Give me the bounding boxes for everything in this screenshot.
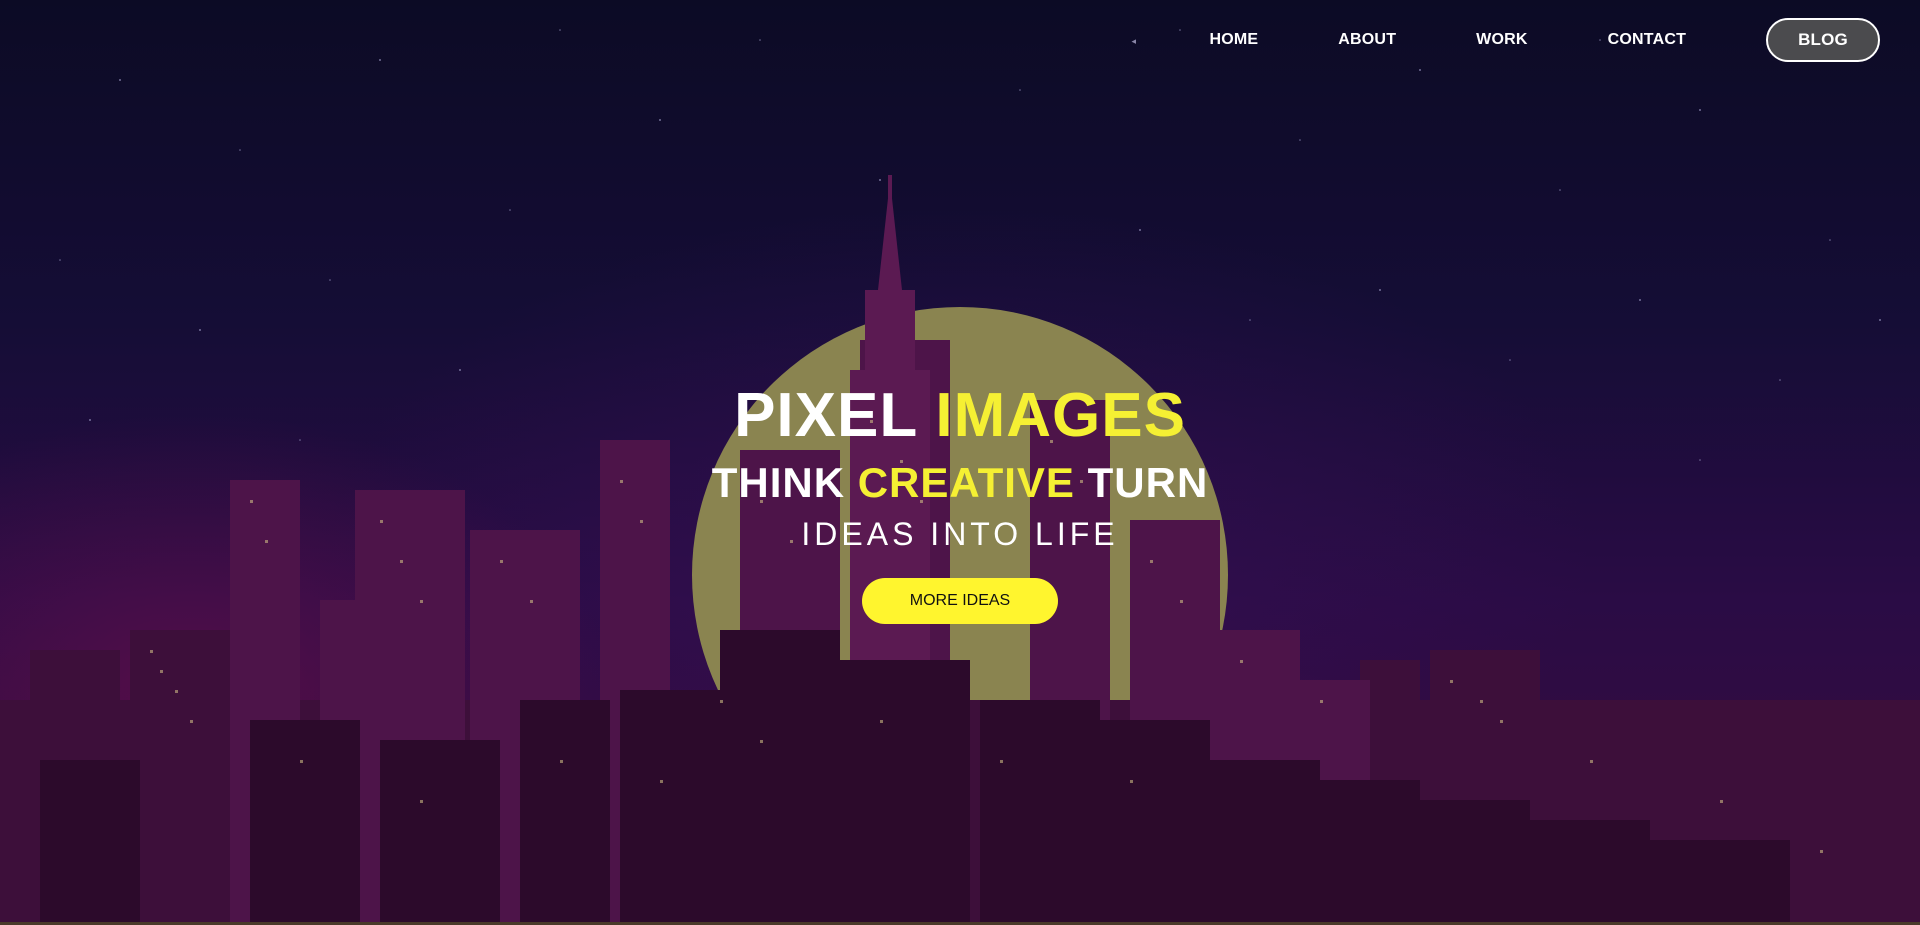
- blog-button[interactable]: BLOG: [1766, 18, 1880, 62]
- hero-tagline: IDEAS INTO LIFE: [801, 516, 1119, 552]
- hero-section: ◂ HOME ABOUT WORK CONTACT BLOG PIXEL IMA…: [0, 0, 1920, 925]
- nav-item-contact[interactable]: CONTACT: [1608, 31, 1686, 49]
- top-navigation: ◂ HOME ABOUT WORK CONTACT BLOG: [1131, 18, 1880, 62]
- nav-item-home[interactable]: HOME: [1209, 31, 1258, 49]
- nav-item-about[interactable]: ABOUT: [1338, 31, 1396, 49]
- hero-subtitle: THINK CREATIVE TURN: [0, 456, 1920, 510]
- hero-title-part2: IMAGES: [935, 381, 1186, 450]
- more-ideas-button[interactable]: MORE IDEAS: [862, 578, 1058, 624]
- hero-subtitle-part1: THINK: [711, 459, 846, 506]
- nav-item-work[interactable]: WORK: [1476, 31, 1527, 49]
- hero-content: PIXEL IMAGES THINK CREATIVE TURN IDEAS I…: [0, 380, 1920, 624]
- hero-subtitle-part2: CREATIVE: [857, 459, 1075, 506]
- hero-title: PIXEL IMAGES: [0, 380, 1920, 452]
- hero-subtitle-part3: TURN: [1087, 459, 1209, 506]
- nav-arrow-icon: ◂: [1131, 36, 1136, 46]
- hero-title-part1: PIXEL: [734, 381, 918, 450]
